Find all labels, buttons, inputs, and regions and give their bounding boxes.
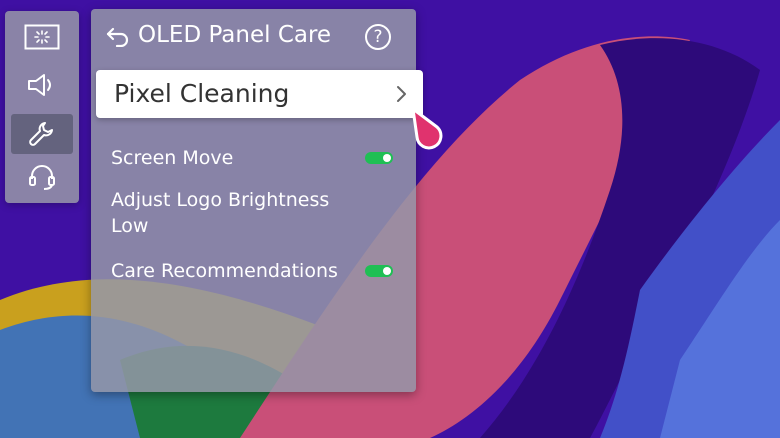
- page-title: OLED Panel Care: [138, 22, 332, 48]
- tv-screen: OLED Panel Care ? Pixel Cleaning Screen …: [0, 0, 780, 438]
- panel-header: OLED Panel Care ?: [91, 9, 416, 65]
- toggle-knob: [383, 154, 391, 162]
- chevron-right-icon: [397, 86, 406, 102]
- rail-item-support[interactable]: [11, 159, 73, 195]
- menu-item-label: Adjust Logo Brightness: [111, 189, 330, 211]
- remote-pointer-icon: [411, 107, 443, 150]
- menu-item-screen-move[interactable]: Screen Move: [111, 145, 401, 171]
- rail-item-picture[interactable]: [11, 19, 73, 55]
- picture-icon: [24, 24, 60, 50]
- menu-item-label: Pixel Cleaning: [114, 79, 290, 108]
- toggle-knob: [383, 267, 391, 275]
- menu-item-value: Low: [111, 215, 149, 237]
- menu-item-adjust-logo-brightness[interactable]: Adjust Logo Brightness Low: [111, 187, 401, 239]
- help-button[interactable]: ?: [365, 24, 391, 50]
- menu-item-care-recommendations[interactable]: Care Recommendations: [111, 258, 401, 284]
- category-rail: [5, 11, 79, 203]
- speaker-icon: [28, 74, 51, 96]
- oled-panel-care-menu: OLED Panel Care ? Pixel Cleaning Screen …: [91, 9, 423, 392]
- screen-move-toggle[interactable]: [365, 152, 393, 164]
- menu-item-pixel-cleaning[interactable]: Pixel Cleaning: [96, 70, 423, 118]
- menu-item-label: Screen Move: [111, 147, 234, 169]
- menu-item-label: Care Recommendations: [111, 260, 338, 282]
- headset-icon: [29, 165, 55, 190]
- back-button[interactable]: [103, 23, 133, 49]
- rail-item-sound[interactable]: [11, 67, 73, 103]
- care-recommendations-toggle[interactable]: [365, 265, 393, 277]
- wrench-icon: [29, 122, 53, 146]
- rail-item-general[interactable]: [11, 114, 73, 154]
- back-arrow-icon: [106, 27, 129, 47]
